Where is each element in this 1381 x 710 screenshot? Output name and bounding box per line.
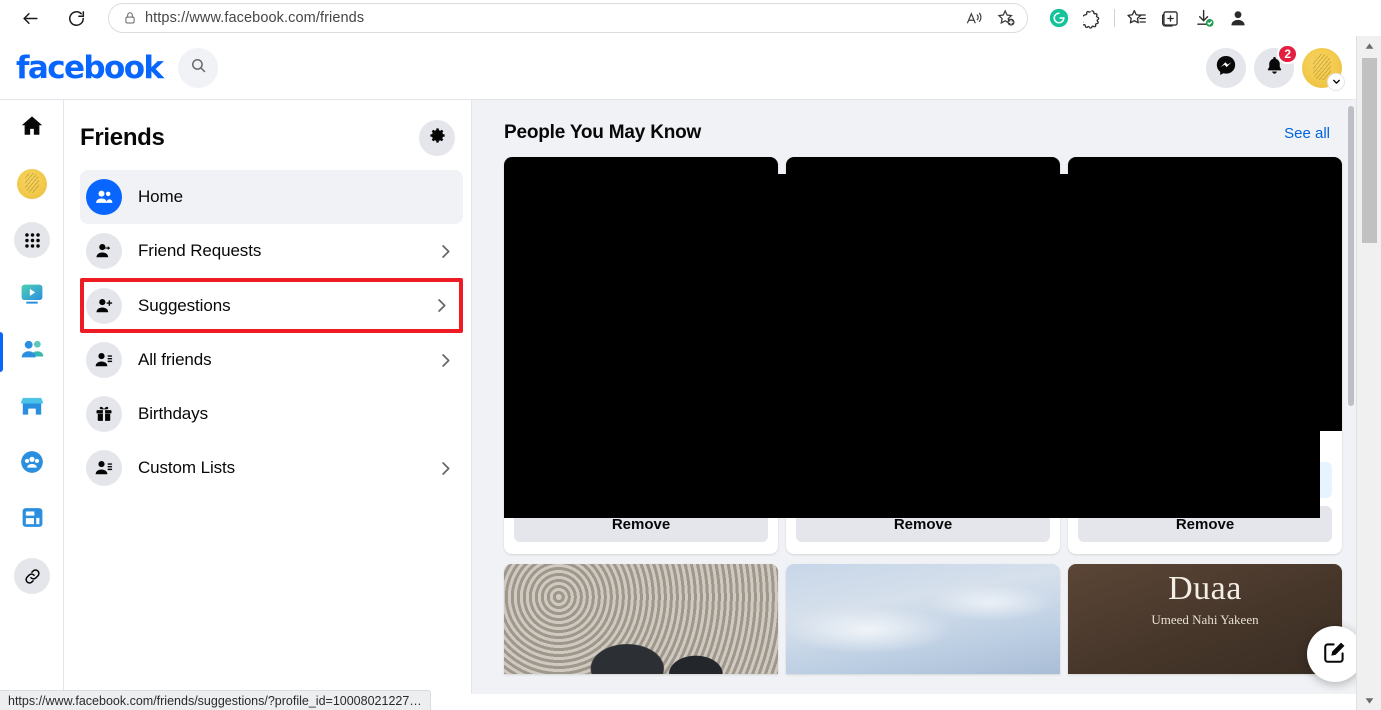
menu-item-label: Custom Lists (138, 458, 236, 477)
home-icon (19, 113, 45, 144)
person-card[interactable]: Duaa Umeed Nahi Yakeen (1068, 564, 1342, 674)
grid-menu-icon (14, 222, 50, 258)
facebook-logo[interactable]: facebook (16, 50, 164, 86)
menu-item-all-friends[interactable]: All friends (80, 333, 463, 387)
extensions-icon[interactable] (1076, 3, 1110, 33)
content-scrollbar-thumb[interactable] (1348, 106, 1354, 406)
downloads-icon[interactable] (1187, 3, 1221, 33)
search-button[interactable] (178, 47, 219, 88)
video-icon (19, 281, 45, 312)
lock-icon (115, 10, 145, 26)
feeds-icon (20, 505, 45, 535)
menu-item-label: Home (138, 187, 183, 206)
menu-item-label: Friend Requests (138, 241, 262, 260)
person-arrow-icon (86, 233, 122, 269)
gear-icon (428, 126, 447, 150)
messenger-button[interactable] (1206, 47, 1246, 88)
section-title: People You May Know (504, 122, 702, 143)
notifications-button[interactable]: 2 (1254, 43, 1298, 88)
left-navigation-rail (0, 100, 64, 694)
menu-item-label: All friends (138, 350, 212, 369)
person-plus-icon (86, 287, 122, 324)
menu-item-label: Birthdays (138, 404, 208, 423)
friends-panel: Friends Home Friend Requests Suggestions… (64, 100, 472, 694)
menu-item-custom-lists[interactable]: Custom Lists (80, 441, 463, 495)
menu-item-suggestions[interactable]: Suggestions (80, 278, 463, 333)
rail-links[interactable] (0, 548, 64, 604)
person-photo (504, 564, 778, 674)
friends-settings-button[interactable] (419, 120, 455, 156)
section-header: People You May Know See all (504, 122, 1330, 144)
create-post-fab[interactable] (1307, 626, 1363, 682)
chevron-right-icon (436, 459, 455, 478)
friends-icon (19, 336, 46, 368)
address-bar[interactable]: https://www.facebook.com/friends (108, 3, 1028, 33)
person-photo: Duaa Umeed Nahi Yakeen (1068, 564, 1342, 674)
rail-marketplace[interactable] (0, 380, 64, 436)
profile-icon[interactable] (1221, 3, 1255, 33)
page-scrollbar-thumb[interactable] (1362, 58, 1377, 243)
toolbar-divider (1114, 9, 1115, 27)
person-photo (786, 564, 1060, 674)
friends-filled-icon (86, 179, 122, 215)
rail-feeds[interactable] (0, 492, 64, 548)
url-text: https://www.facebook.com/friends (145, 10, 365, 26)
page-scrollbar[interactable] (1356, 36, 1381, 710)
browser-toolbar-icons (1042, 3, 1255, 33)
menu-item-home[interactable]: Home (80, 170, 463, 224)
menu-item-friend-requests[interactable]: Friend Requests (80, 224, 463, 278)
person-card[interactable] (504, 564, 778, 674)
photo-subcaption: Umeed Nahi Yakeen (1151, 612, 1259, 627)
account-button[interactable] (1302, 47, 1345, 91)
content-scrollbar[interactable] (1346, 100, 1356, 694)
photo-caption: Duaa (1168, 570, 1242, 607)
rail-groups[interactable] (0, 436, 64, 492)
scroll-down-button[interactable] (1357, 690, 1381, 710)
browser-toolbar: https://www.facebook.com/friends (0, 0, 1381, 36)
chevron-right-icon (436, 242, 455, 261)
avatar-icon (17, 169, 47, 199)
friends-panel-header: Friends (80, 116, 463, 160)
rail-menu[interactable] (0, 212, 64, 268)
see-all-link[interactable]: See all (1284, 125, 1330, 142)
groups-icon (19, 449, 45, 480)
header-actions: 2 (1206, 43, 1356, 91)
chevron-down-icon (1327, 72, 1345, 91)
grammarly-icon[interactable] (1042, 3, 1076, 33)
people-card-grid-row2: Duaa Umeed Nahi Yakeen (504, 564, 1342, 674)
messenger-icon (1215, 54, 1237, 81)
reload-button[interactable] (58, 3, 94, 33)
link-icon (14, 558, 50, 594)
add-favorite-icon[interactable] (991, 4, 1021, 32)
split-screen-icon[interactable] (1119, 3, 1153, 33)
chevron-right-icon (432, 296, 451, 315)
redacted-region (504, 174, 1320, 518)
rail-profile[interactable] (0, 156, 64, 212)
gift-icon (86, 396, 122, 432)
read-aloud-icon[interactable] (959, 4, 989, 32)
collections-icon[interactable] (1153, 3, 1187, 33)
menu-item-label: Suggestions (138, 295, 231, 315)
person-list-icon (86, 450, 122, 486)
page-title: Friends (80, 124, 165, 151)
back-button[interactable] (12, 3, 48, 33)
rail-home[interactable] (0, 100, 64, 156)
notifications-badge: 2 (1277, 43, 1298, 64)
person-list-icon (86, 342, 122, 378)
compose-icon (1322, 639, 1348, 670)
menu-item-birthdays[interactable]: Birthdays (80, 387, 463, 441)
chevron-right-icon (436, 351, 455, 370)
status-bar: https://www.facebook.com/friends/suggest… (0, 690, 431, 710)
person-card[interactable] (786, 564, 1060, 674)
rail-video[interactable] (0, 268, 64, 324)
facebook-header: facebook 2 (0, 36, 1356, 100)
search-icon (190, 57, 207, 79)
rail-friends[interactable] (0, 324, 64, 380)
scroll-up-button[interactable] (1357, 36, 1381, 56)
status-url: https://www.facebook.com/friends/suggest… (8, 693, 422, 708)
marketplace-icon (19, 393, 45, 424)
friends-menu-list: Home Friend Requests Suggestions All fri… (80, 170, 463, 495)
